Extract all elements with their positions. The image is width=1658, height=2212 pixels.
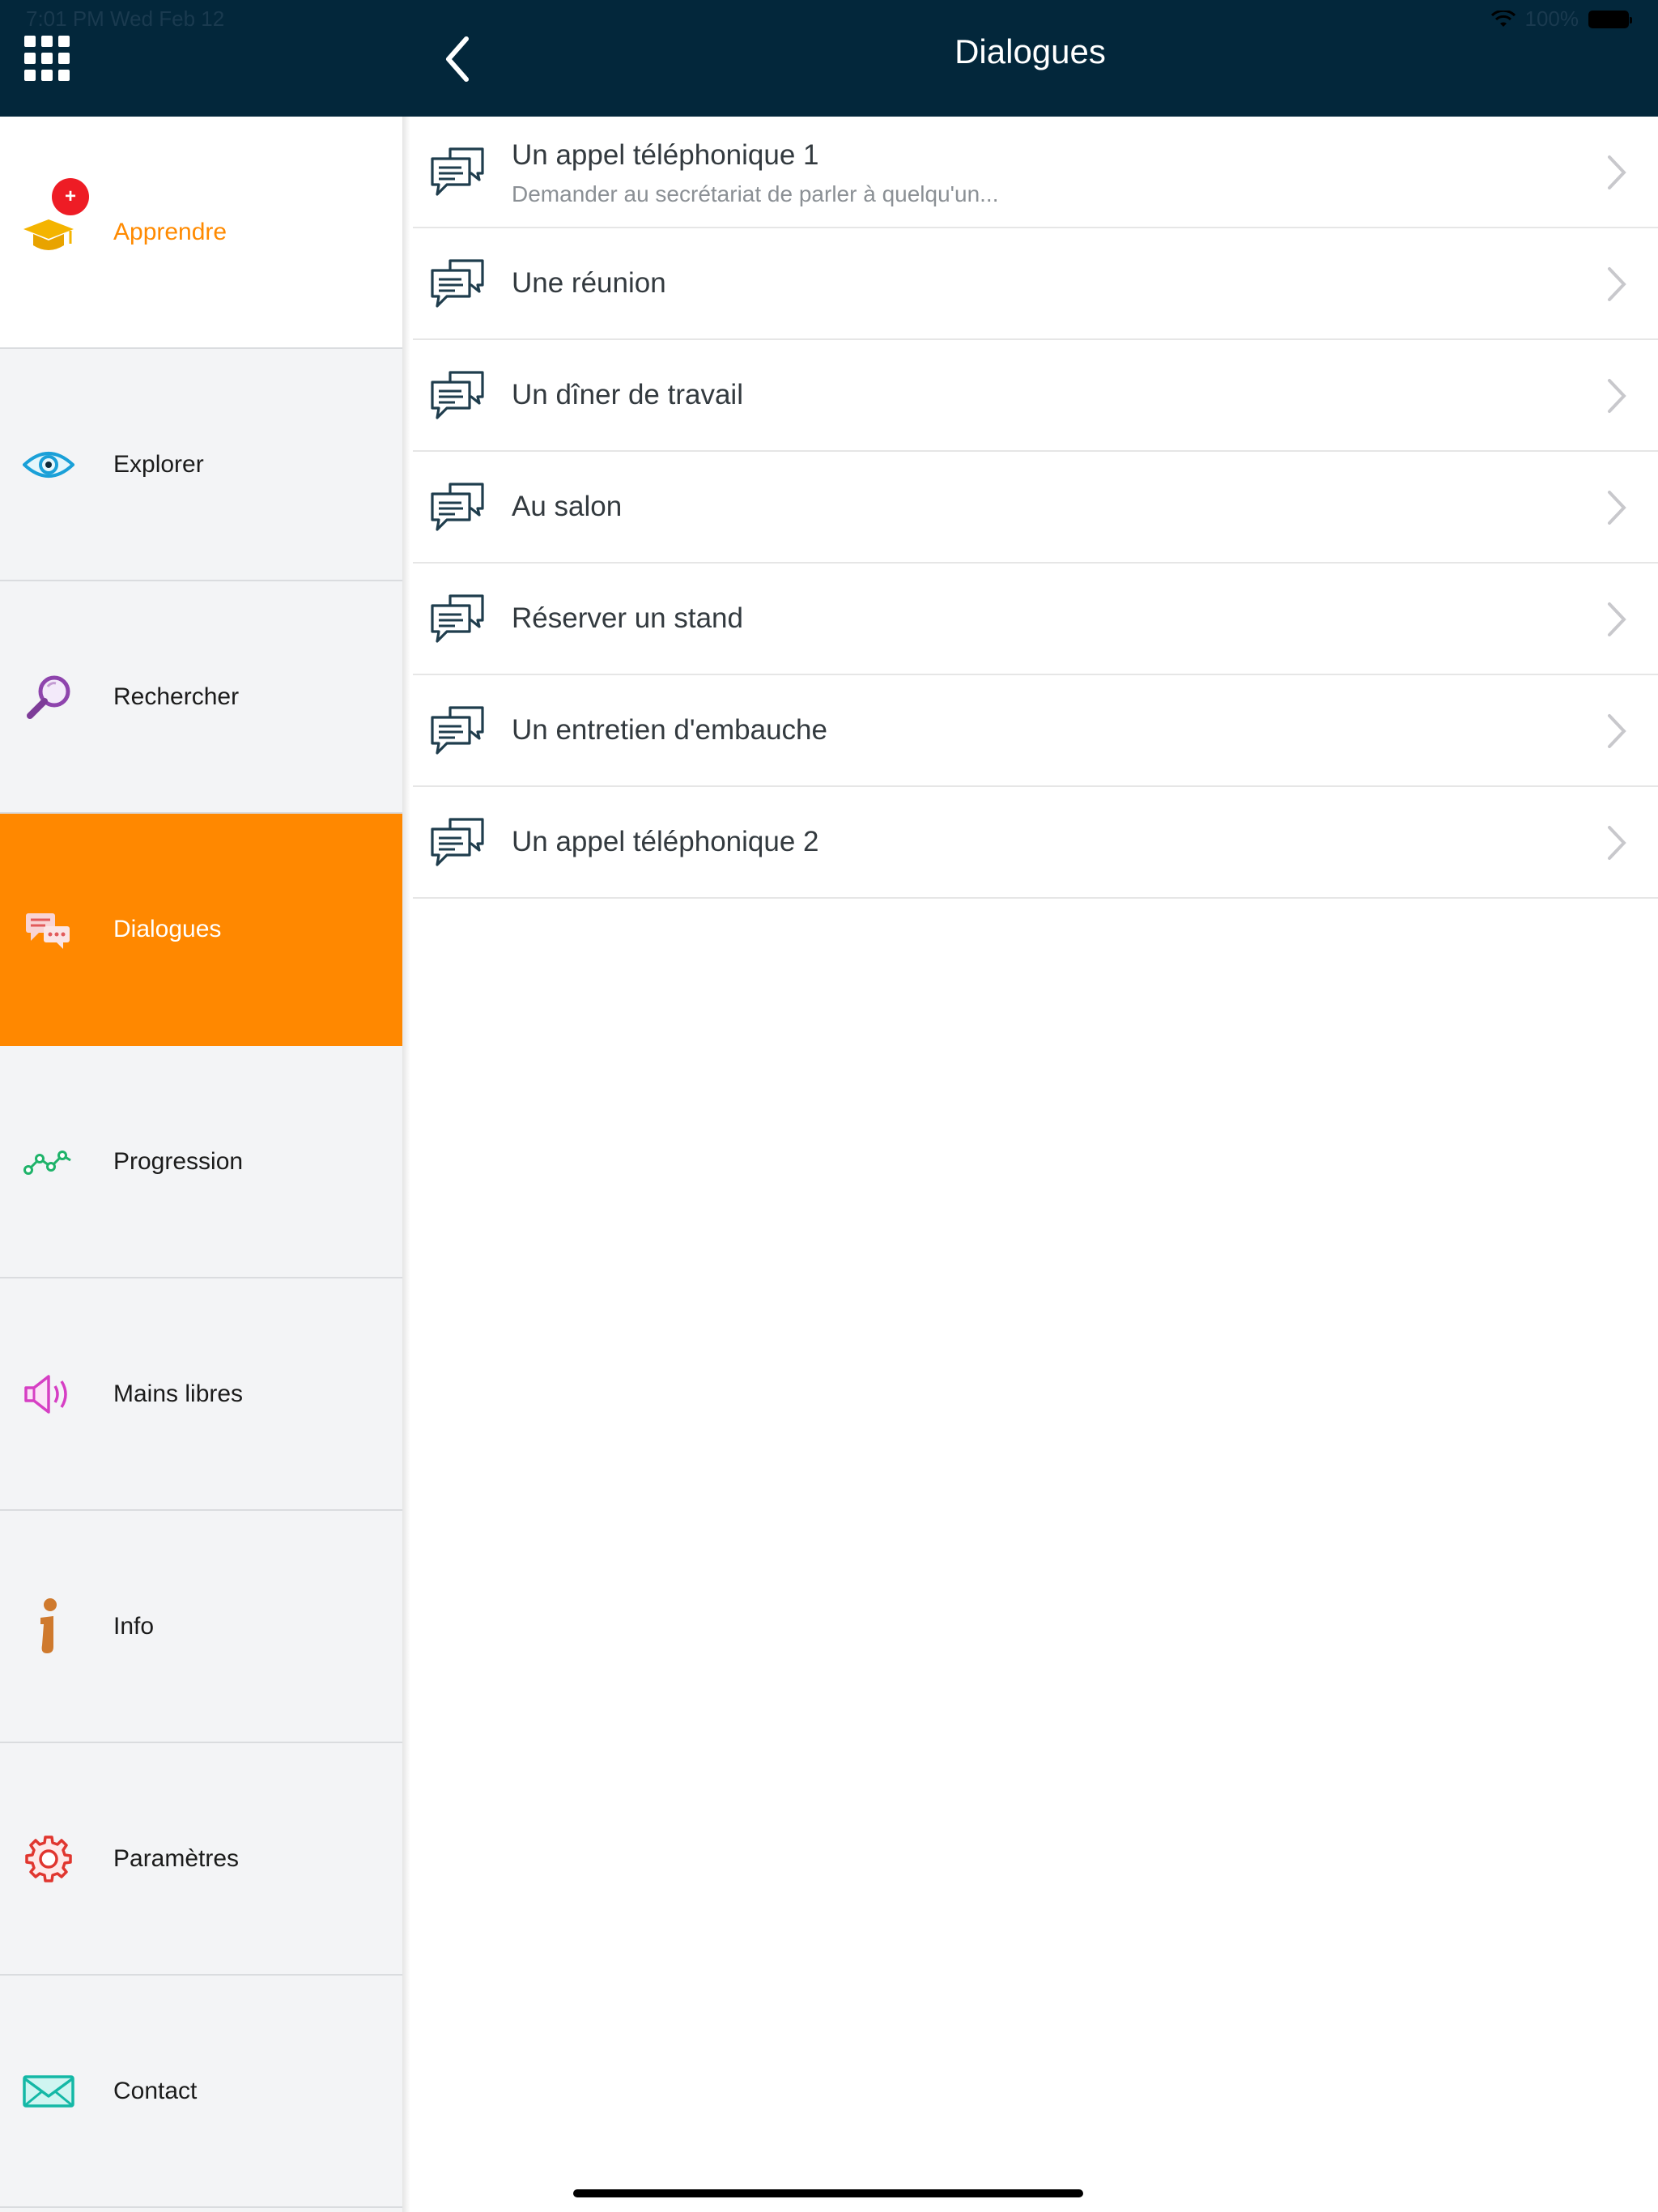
info-icon bbox=[21, 1597, 76, 1654]
page-title: Dialogues bbox=[954, 32, 1106, 70]
chat-icon bbox=[431, 818, 484, 866]
chevron-right-icon bbox=[1608, 267, 1626, 301]
back-button[interactable] bbox=[434, 31, 483, 87]
chat-bubbles-icon bbox=[21, 902, 76, 957]
list-item[interactable]: Un entretien d'embauche bbox=[413, 675, 1658, 787]
chevron-right-icon bbox=[1608, 826, 1626, 860]
sidebar-item-parametres[interactable]: Paramètres bbox=[0, 1743, 402, 1976]
sidebar-item-apprendre[interactable]: + Apprendre bbox=[0, 117, 402, 349]
list-item[interactable]: Un appel téléphonique 1 Demander au secr… bbox=[413, 117, 1658, 228]
dialogue-title: Au salon bbox=[512, 491, 623, 522]
dialogue-title: Un dîner de travail bbox=[512, 379, 743, 410]
chat-icon bbox=[431, 259, 484, 308]
envelope-icon bbox=[21, 2064, 76, 2119]
sidebar-item-label: Paramètres bbox=[113, 1844, 240, 1872]
sidebar-item-label: Explorer bbox=[113, 450, 204, 478]
status-time: 7:01 PM Wed Feb 12 bbox=[26, 6, 225, 31]
eye-icon bbox=[21, 437, 76, 492]
chevron-right-icon bbox=[1608, 379, 1626, 413]
notification-badge: + bbox=[52, 178, 89, 215]
sidebar-item-contact[interactable]: Contact bbox=[0, 1976, 402, 2208]
chevron-right-icon bbox=[1608, 491, 1626, 525]
chevron-right-icon bbox=[1608, 155, 1626, 189]
battery-icon bbox=[1588, 10, 1632, 28]
top-bar: 7:01 PM Wed Feb 12 100% Dialogues bbox=[0, 0, 1658, 117]
sidebar-item-label: Apprendre bbox=[113, 218, 227, 245]
sidebar-item-label: Mains libres bbox=[113, 1380, 244, 1407]
dialogue-title: Un entretien d'embauche bbox=[512, 714, 827, 746]
sidebar-item-rechercher[interactable]: Rechercher bbox=[0, 581, 402, 814]
status-indicators: 100% bbox=[1490, 6, 1632, 32]
sidebar-item-label: Progression bbox=[113, 1147, 244, 1175]
sidebar-item-dialogues[interactable]: Dialogues bbox=[0, 814, 402, 1046]
chat-icon bbox=[431, 706, 484, 755]
list-item[interactable]: Un appel téléphonique 2 bbox=[413, 787, 1658, 899]
list-item[interactable]: Un dîner de travail bbox=[413, 340, 1658, 452]
dialogue-title: Une réunion bbox=[512, 267, 666, 299]
apps-grid-button[interactable] bbox=[24, 36, 70, 81]
sidebar-item-progression[interactable]: Progression bbox=[0, 1046, 402, 1278]
progress-graph-icon bbox=[21, 1134, 76, 1189]
wifi-icon bbox=[1490, 10, 1516, 27]
speaker-icon bbox=[21, 1367, 76, 1422]
sidebar-item-label: Dialogues bbox=[113, 915, 222, 942]
chevron-right-icon bbox=[1608, 602, 1626, 636]
home-indicator[interactable] bbox=[573, 2189, 1083, 2197]
battery-percent: 100% bbox=[1524, 6, 1579, 31]
sidebar: + Apprendre Explorer Rechercher Dialogue… bbox=[0, 117, 410, 2212]
chat-icon bbox=[431, 483, 484, 531]
list-item[interactable]: Au salon bbox=[413, 452, 1658, 564]
sidebar-item-mains-libres[interactable]: Mains libres bbox=[0, 1278, 402, 1511]
chat-icon bbox=[431, 147, 484, 196]
sidebar-item-info[interactable]: Info bbox=[0, 1511, 402, 1743]
chat-icon bbox=[431, 371, 484, 419]
sidebar-item-label: Rechercher bbox=[113, 683, 240, 710]
sidebar-item-explorer[interactable]: Explorer bbox=[0, 349, 402, 581]
dialogue-title: Réserver un stand bbox=[512, 602, 743, 634]
sidebar-item-label: Info bbox=[113, 1612, 155, 1640]
gear-icon bbox=[21, 1831, 76, 1887]
dialogue-title: Un appel téléphonique 2 bbox=[512, 826, 819, 857]
magnifier-icon bbox=[21, 670, 76, 725]
dialogue-subtitle: Demander au secrétariat de parler à quel… bbox=[512, 181, 999, 206]
dialogue-title: Un appel téléphonique 1 bbox=[512, 139, 819, 171]
sidebar-item-label: Contact bbox=[113, 2077, 198, 2104]
chat-icon bbox=[431, 594, 484, 643]
list-item[interactable]: Réserver un stand bbox=[413, 564, 1658, 675]
dialogue-list: Un appel téléphonique 1 Demander au secr… bbox=[413, 117, 1658, 899]
list-item[interactable]: Une réunion bbox=[413, 228, 1658, 340]
chevron-right-icon bbox=[1608, 714, 1626, 748]
